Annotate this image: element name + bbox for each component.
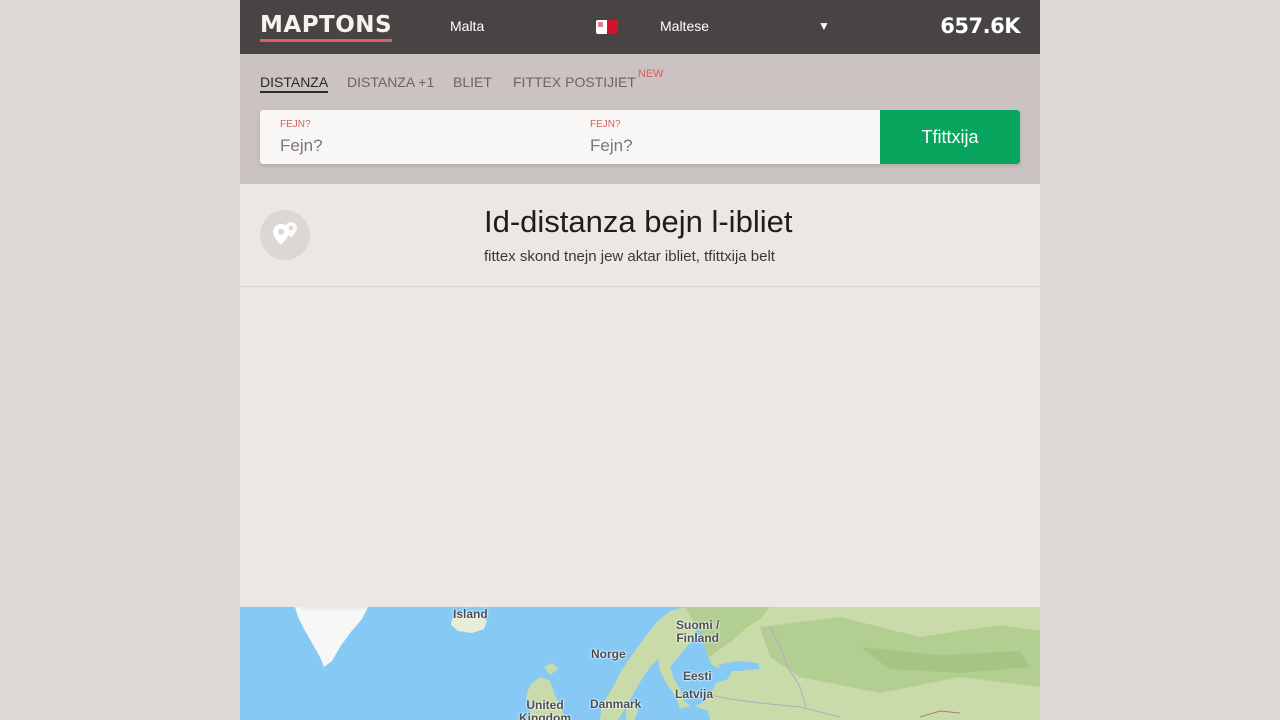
map-label-iceland: Island [453, 607, 488, 621]
country-link[interactable]: Malta [450, 18, 484, 34]
map-label-estonia: Eesti [683, 669, 712, 683]
malta-flag-icon [596, 20, 618, 34]
map-label-latvia: Latvija [675, 687, 714, 701]
tab-fittex-postijiet[interactable]: FITTEX POSTIJIET NEW [513, 68, 664, 90]
from-label: FEJN? [280, 119, 311, 130]
site-logo[interactable]: MAPTONS [260, 13, 393, 42]
new-badge: NEW [637, 68, 664, 80]
to-label: FEJN? [590, 119, 621, 130]
from-input[interactable] [280, 134, 550, 158]
tab-distanza-plus-one[interactable]: DISTANZA +1 [347, 74, 434, 90]
top-bar: MAPTONS Malta Maltese ▼ 657.6K [240, 0, 1040, 54]
tab-distanza[interactable]: DISTANZA [260, 74, 329, 93]
language-select[interactable]: Maltese [660, 18, 709, 34]
from-field: FEJN? [260, 110, 560, 164]
page-title: Id-distanza bejn l-ibliet [484, 204, 793, 239]
page-subtitle: fittex skond tnejn jew aktar ibliet, tfi… [484, 248, 775, 265]
search-area: DISTANZA DISTANZA +1 BLIET FITTEX POSTIJ… [240, 54, 1040, 184]
tab-bliet[interactable]: BLIET [453, 74, 492, 90]
heading-section: Id-distanza bejn l-ibliet fittex skond t… [240, 184, 1040, 287]
visit-counter: 657.6K [940, 14, 1020, 38]
to-input[interactable] [590, 134, 860, 158]
map-label-denmark: Danmark [590, 697, 642, 711]
chevron-down-icon[interactable]: ▼ [818, 19, 830, 33]
map-pins-icon [260, 210, 310, 260]
search-form: FEJN? FEJN? Tfittxija [260, 110, 1020, 164]
map-label-uk: United Kingdom [519, 698, 571, 720]
map-view[interactable]: Island Suomi / Finland Norge Eesti Latvi… [240, 607, 1040, 720]
page: MAPTONS Malta Maltese ▼ 657.6K DISTANZA … [240, 0, 1040, 720]
to-field: FEJN? [570, 110, 870, 164]
search-button[interactable]: Tfittxija [880, 110, 1020, 164]
map-label-norway: Norge [591, 647, 626, 661]
map-label-finland: Suomi / Finland [676, 618, 720, 645]
